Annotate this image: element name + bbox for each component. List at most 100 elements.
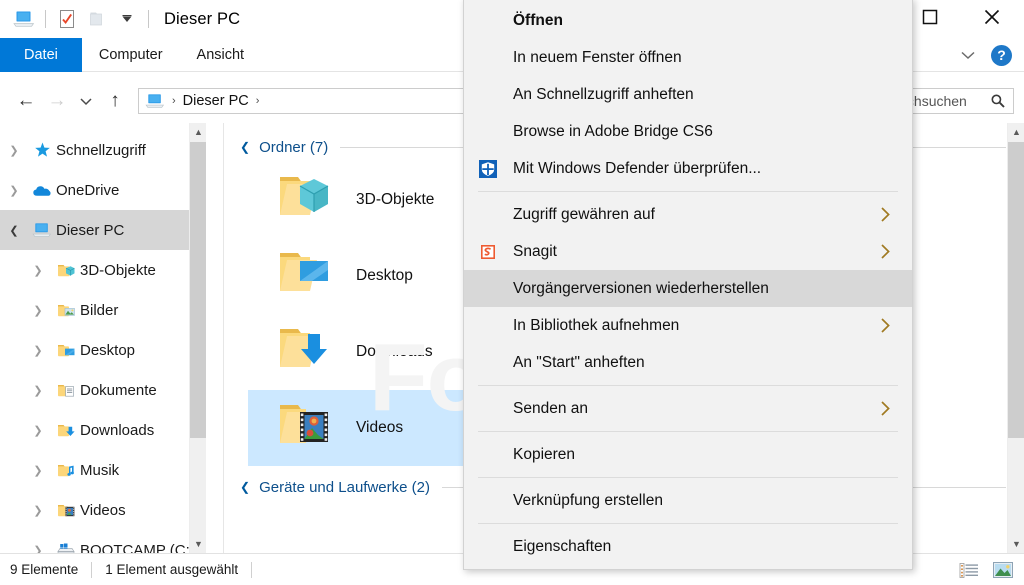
help-button[interactable]: ? — [991, 44, 1012, 66]
scroll-down-arrow-icon[interactable]: ▼ — [1008, 535, 1024, 553]
breadcrumb-item-dieser-pc[interactable]: Dieser PC — [183, 93, 249, 109]
view-mode-buttons — [956, 554, 1016, 585]
submenu-arrow-icon — [879, 205, 892, 224]
status-item-count: 9 Elemente — [10, 562, 79, 577]
list-item[interactable]: Desktop — [248, 238, 478, 314]
large-icons-view-icon[interactable] — [990, 558, 1016, 582]
chevron-right-icon[interactable]: ❯ — [24, 344, 52, 357]
sidebar-item-3d-objekte[interactable]: ❯ 3D-Objekte — [0, 250, 206, 290]
back-button[interactable]: ← — [11, 86, 41, 116]
context-menu: Öffnen In neuem Fenster öffnen An Schnel… — [463, 0, 913, 570]
menu-item-an-start-anheften[interactable]: An "Start" anheften — [464, 344, 912, 381]
tab-datei[interactable]: Datei — [0, 38, 82, 72]
file-explorer-window: Dieser PC Datei Computer Ansicht ? ← → ↑… — [0, 0, 1024, 585]
star-pin-icon — [28, 141, 56, 160]
sidebar-item-videos[interactable]: ❯ Videos — [0, 490, 206, 530]
sidebar-item-label: Musik — [80, 461, 120, 479]
menu-separator — [478, 385, 898, 386]
search-icon[interactable] — [990, 93, 1006, 109]
menu-item-eigenschaften[interactable]: Eigenschaften — [464, 528, 912, 565]
new-folder-icon[interactable] — [83, 6, 111, 32]
menu-item-verknuepfung-erstellen[interactable]: Verknüpfung erstellen — [464, 482, 912, 519]
window-title: Dieser PC — [164, 9, 241, 28]
tab-ansicht[interactable]: Ansicht — [180, 38, 262, 72]
menu-item-in-bibliothek-aufnehmen[interactable]: In Bibliothek aufnehmen — [464, 307, 912, 344]
menu-item-label: Vorgängerversionen wiederherstellen — [513, 279, 769, 297]
menu-item-label: In neuem Fenster öffnen — [513, 48, 682, 66]
customize-dropdown-icon[interactable] — [113, 6, 141, 32]
sidebar-item-dokumente[interactable]: ❯ Dokumente — [0, 370, 206, 410]
list-item[interactable]: Videos — [248, 390, 478, 466]
chevron-right-icon[interactable]: ❯ — [24, 544, 52, 554]
quick-access-toolbar — [0, 6, 154, 32]
details-view-icon[interactable] — [956, 558, 982, 582]
breadcrumb-separator-2[interactable]: › — [256, 95, 260, 107]
sidebar-item-dieser-pc[interactable]: ❮ Dieser PC — [0, 210, 206, 250]
up-button[interactable]: ↑ — [100, 86, 130, 116]
menu-item-label: Senden an — [513, 399, 588, 417]
sidebar-item-bilder[interactable]: ❯ Bilder — [0, 290, 206, 330]
onedrive-cloud-icon — [28, 183, 56, 198]
recent-locations-button[interactable] — [73, 86, 99, 116]
sidebar-item-musik[interactable]: ❯ Musik — [0, 450, 206, 490]
chevron-right-icon[interactable]: ❯ — [24, 504, 52, 517]
list-item-label: Desktop — [356, 267, 413, 284]
chevron-down-icon[interactable]: ❮ — [240, 480, 250, 494]
list-item-label: Downloads — [356, 343, 433, 360]
chevron-down-icon[interactable] — [951, 38, 985, 72]
status-selection: 1 Element ausgewählt — [105, 562, 239, 577]
chevron-down-icon[interactable]: ❮ — [0, 224, 28, 237]
tab-computer[interactable]: Computer — [82, 38, 180, 72]
scroll-up-arrow-icon[interactable]: ▲ — [190, 123, 206, 141]
chevron-right-icon[interactable]: ❯ — [0, 144, 28, 157]
content-scrollbar[interactable]: ▲ ▼ — [1007, 123, 1024, 553]
sidebar-item-schnellzugriff[interactable]: ❯ Schnellzugriff — [0, 130, 206, 170]
folder-pictures-icon — [52, 302, 80, 318]
menu-item-mit-windows-defender-ueberpruefen[interactable]: Mit Windows Defender überprüfen... — [464, 150, 912, 187]
chevron-down-icon[interactable]: ❮ — [240, 140, 250, 154]
menu-item-kopieren[interactable]: Kopieren — [464, 436, 912, 473]
properties-icon[interactable] — [53, 6, 81, 32]
sidebar-item-downloads[interactable]: ❯ Downloads — [0, 410, 206, 450]
sidebar-item-label: OneDrive — [56, 181, 120, 199]
folder-3d-icon — [52, 262, 80, 278]
chevron-right-icon[interactable]: ❯ — [24, 264, 52, 277]
list-item-label: Videos — [356, 419, 404, 436]
sidebar-item-label: Dokumente — [80, 381, 157, 399]
menu-item-label: Mit Windows Defender überprüfen... — [513, 159, 762, 177]
chevron-right-icon[interactable]: ❯ — [24, 424, 52, 437]
this-pc-icon — [28, 222, 56, 238]
sidebar-item-bootcamp-c[interactable]: ❯ BOOTCAMP (C:) — [0, 530, 206, 553]
sidebar-item-label: 3D-Objekte — [80, 261, 156, 279]
menu-separator — [478, 523, 898, 524]
menu-item-zugriff-gewaehren-auf[interactable]: Zugriff gewähren auf — [464, 196, 912, 233]
windows-defender-shield-icon — [477, 158, 499, 180]
this-pc-icon — [145, 93, 165, 109]
sidebar-item-onedrive[interactable]: ❯ OneDrive — [0, 170, 206, 210]
chevron-right-icon[interactable]: ❯ — [24, 464, 52, 477]
chevron-right-icon[interactable]: ❯ — [0, 184, 28, 197]
scroll-up-arrow-icon[interactable]: ▲ — [1008, 123, 1024, 141]
navpane-scrollbar[interactable]: ▲ ▼ — [189, 123, 206, 553]
menu-item-vorgaengerversionen-wiederherstellen[interactable]: Vorgängerversionen wiederherstellen — [464, 270, 912, 307]
content-scroll-thumb[interactable] — [1008, 142, 1024, 438]
breadcrumb-separator-1[interactable]: › — [172, 95, 176, 107]
list-item[interactable]: 3D-Objekte — [248, 162, 478, 238]
menu-item-an-schnellzugriff-anheften[interactable]: An Schnellzugriff anheften — [464, 76, 912, 113]
folder-videos-icon — [52, 502, 80, 518]
list-item[interactable]: Downloads — [248, 314, 478, 390]
sidebar-item-desktop[interactable]: ❯ Desktop — [0, 330, 206, 370]
close-button[interactable] — [960, 0, 1024, 34]
menu-item-browse-in-adobe-bridge[interactable]: Browse in Adobe Bridge CS6 — [464, 113, 912, 150]
menu-item-snagit[interactable]: Snagit — [464, 233, 912, 270]
sidebar-item-label: Bilder — [80, 301, 119, 319]
navpane-scroll-thumb[interactable] — [190, 142, 206, 438]
menu-item-senden-an[interactable]: Senden an — [464, 390, 912, 427]
toolbar-divider-2 — [148, 10, 149, 28]
menu-item-oeffnen[interactable]: Öffnen — [464, 2, 912, 39]
this-pc-icon[interactable] — [10, 6, 38, 32]
scroll-down-arrow-icon[interactable]: ▼ — [190, 535, 206, 553]
menu-item-in-neuem-fenster-oeffnen[interactable]: In neuem Fenster öffnen — [464, 39, 912, 76]
chevron-right-icon[interactable]: ❯ — [24, 304, 52, 317]
chevron-right-icon[interactable]: ❯ — [24, 384, 52, 397]
